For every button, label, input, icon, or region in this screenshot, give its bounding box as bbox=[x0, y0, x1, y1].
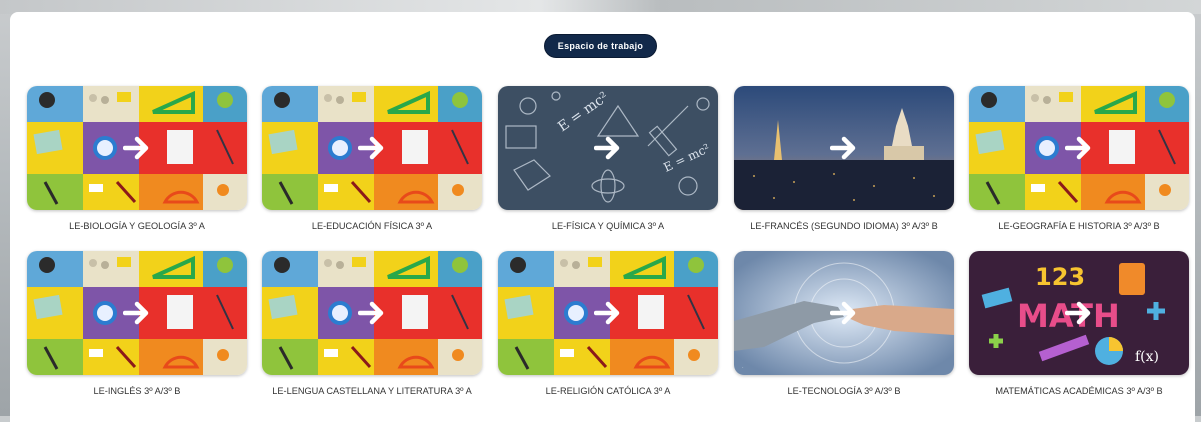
course-link[interactable]: LE-GEOGRAFÍA E HISTORIA 3º A/3º B bbox=[998, 221, 1159, 231]
course-thumbnail[interactable] bbox=[262, 251, 482, 375]
course-title[interactable]: LE-INGLÉS 3º A/3º B bbox=[27, 385, 247, 398]
arrow-right-icon bbox=[358, 136, 384, 160]
course-thumbnail[interactable] bbox=[498, 251, 718, 375]
course-title[interactable]: LE-TECNOLOGÍA 3º A/3º B bbox=[734, 385, 954, 398]
course-card[interactable]: LE-INGLÉS 3º A/3º B bbox=[27, 251, 247, 398]
course-thumbnail[interactable] bbox=[27, 86, 247, 210]
course-card[interactable]: E = mc² E = mc² LE-FÍSICA Y QUÍMICA 3º A bbox=[498, 86, 718, 233]
course-card[interactable]: · LE-TECNOLOGÍA 3º A/3º B bbox=[734, 251, 954, 398]
course-card[interactable]: LE-FRANCÉS (SEGUNDO IDIOMA) 3º A/3º B bbox=[734, 86, 954, 233]
course-card[interactable]: LE-BIOLOGÍA Y GEOLOGÍA 3º A bbox=[27, 86, 247, 233]
course-link[interactable]: LE-BIOLOGÍA Y GEOLOGÍA 3º A bbox=[69, 221, 205, 231]
course-thumbnail[interactable]: · bbox=[734, 251, 954, 375]
course-thumbnail[interactable] bbox=[262, 86, 482, 210]
course-thumbnail[interactable] bbox=[27, 251, 247, 375]
arrow-right-icon bbox=[358, 301, 384, 325]
arrow-right-icon bbox=[123, 136, 149, 160]
course-card[interactable]: LE-RELIGIÓN CATÓLICA 3º A bbox=[498, 251, 718, 398]
course-link[interactable]: LE-FÍSICA Y QUÍMICA 3º A bbox=[552, 221, 664, 231]
course-title[interactable]: LE-EDUCACIÓN FÍSICA 3º A bbox=[262, 220, 482, 233]
course-title[interactable]: LE-LENGUA CASTELLANA Y LITERATURA 3º A bbox=[262, 385, 482, 398]
course-title[interactable]: LE-RELIGIÓN CATÓLICA 3º A bbox=[498, 385, 718, 398]
svg-text:123: 123 bbox=[1035, 263, 1085, 291]
course-link[interactable]: LE-INGLÉS 3º A/3º B bbox=[94, 386, 181, 396]
course-link[interactable]: LE-FRANCÉS (SEGUNDO IDIOMA) 3º A/3º B bbox=[750, 221, 937, 231]
course-thumbnail[interactable] bbox=[734, 86, 954, 210]
arrow-right-icon bbox=[830, 136, 856, 160]
course-card[interactable]: LE-LENGUA CASTELLANA Y LITERATURA 3º A bbox=[262, 251, 482, 398]
course-link[interactable]: LE-LENGUA CASTELLANA Y LITERATURA 3º A bbox=[272, 386, 471, 396]
course-title[interactable]: LE-GEOGRAFÍA E HISTORIA 3º A/3º B bbox=[969, 220, 1189, 233]
arrow-right-icon bbox=[123, 301, 149, 325]
course-link[interactable]: LE-RELIGIÓN CATÓLICA 3º A bbox=[546, 386, 671, 396]
course-title[interactable]: LE-FÍSICA Y QUÍMICA 3º A bbox=[498, 220, 718, 233]
course-title[interactable]: LE-BIOLOGÍA Y GEOLOGÍA 3º A bbox=[27, 220, 247, 233]
arrow-right-icon bbox=[830, 301, 856, 325]
workspace-header: Espacio de trabajo bbox=[0, 34, 1201, 58]
course-link[interactable]: MATEMÁTICAS ACADÉMICAS 3º A/3º B bbox=[995, 386, 1162, 396]
course-link[interactable]: LE-TECNOLOGÍA 3º A/3º B bbox=[788, 386, 901, 396]
course-card[interactable]: 123 MATH f(x) MATEMÁTICAS ACADÉMICAS 3º … bbox=[969, 251, 1189, 398]
arrow-right-icon bbox=[594, 136, 620, 160]
arrow-right-icon bbox=[1065, 136, 1091, 160]
workspace-button[interactable]: Espacio de trabajo bbox=[543, 34, 658, 58]
course-card[interactable]: LE-GEOGRAFÍA E HISTORIA 3º A/3º B bbox=[969, 86, 1189, 233]
svg-text:f(x): f(x) bbox=[1135, 349, 1159, 365]
course-title[interactable]: MATEMÁTICAS ACADÉMICAS 3º A/3º B bbox=[969, 385, 1189, 398]
course-thumbnail[interactable] bbox=[969, 86, 1189, 210]
course-link[interactable]: LE-EDUCACIÓN FÍSICA 3º A bbox=[312, 221, 432, 231]
course-title[interactable]: LE-FRANCÉS (SEGUNDO IDIOMA) 3º A/3º B bbox=[734, 220, 954, 233]
course-thumbnail[interactable]: 123 MATH f(x) bbox=[969, 251, 1189, 375]
arrow-right-icon bbox=[1065, 301, 1091, 325]
arrow-right-icon bbox=[594, 301, 620, 325]
course-thumbnail[interactable]: E = mc² E = mc² bbox=[498, 86, 718, 210]
course-card[interactable]: LE-EDUCACIÓN FÍSICA 3º A bbox=[262, 86, 482, 233]
